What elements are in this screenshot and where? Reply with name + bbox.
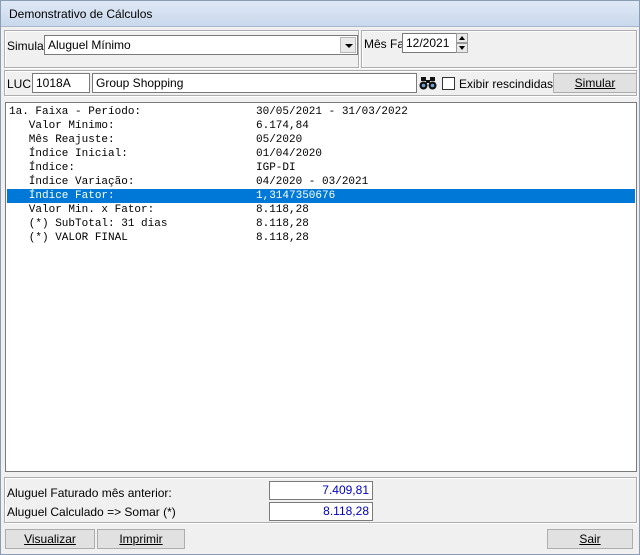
calculado-label: Aluguel Calculado => Somar (*) [7, 505, 176, 519]
title-bar: Demonstrativo de Cálculos [1, 1, 639, 27]
sair-button[interactable]: Sair [547, 529, 633, 549]
imprimir-button-label: Imprimir [119, 532, 163, 546]
simular-button[interactable]: Simular [553, 73, 637, 93]
anterior-value: 7.409,81 [269, 481, 373, 500]
memo-row: Índice Inicial: 01/04/2020 [9, 148, 323, 160]
memo-row: Valor Mínimo: 6.174,84 [9, 120, 309, 132]
memo-row: Mês Reajuste: 05/2020 [9, 134, 303, 146]
calc-result-memo[interactable]: 1a. Faixa - Período: 30/05/2021 - 31/03/2… [5, 102, 637, 472]
calculado-value: 8.118,28 [269, 502, 373, 521]
mes-fat-group: Mês Fat 12/2021 [361, 30, 637, 68]
simular-button-label: Simular [574, 76, 616, 90]
simular-label: Simular [7, 39, 48, 53]
mes-fat-spinner[interactable] [456, 33, 468, 53]
luc-name-input[interactable]: Group Shopping [92, 73, 417, 93]
imprimir-button[interactable]: Imprimir [97, 529, 185, 549]
totals-group: Aluguel Faturado mês anterior: 7.409,81 … [4, 477, 637, 523]
simular-group: Simular Aluguel Mínimo [4, 30, 359, 68]
memo-row: (*) SubTotal: 31 dias 8.118,28 [9, 218, 309, 230]
memo-row: Valor Min. x Fator: 8.118,28 [9, 204, 309, 216]
simular-select[interactable]: Aluguel Mínimo [44, 35, 358, 55]
visualizar-button-label: Visualizar [24, 532, 76, 546]
exibir-rescindidas-label: Exibir rescindidas [459, 77, 554, 91]
spin-up-icon[interactable] [456, 33, 468, 43]
luc-code-input[interactable]: 1018A [32, 73, 90, 93]
binoculars-icon[interactable] [419, 75, 437, 91]
spin-down-icon[interactable] [456, 43, 468, 53]
chevron-down-icon[interactable] [340, 37, 356, 53]
simular-select-value: Aluguel Mínimo [48, 38, 131, 52]
luc-label: LUC [7, 77, 32, 91]
memo-row: Índice: IGP-DI [9, 162, 296, 174]
memo-row: 1a. Faixa - Período: 30/05/2021 - 31/03/2… [9, 106, 408, 118]
luc-group: LUC 1018A Group Shopping Exibir rescindi… [4, 70, 637, 96]
sair-button-label: Sair [579, 532, 601, 546]
exibir-rescindidas-checkbox[interactable] [442, 77, 455, 90]
anterior-label: Aluguel Faturado mês anterior: [7, 486, 172, 500]
memo-row: (*) VALOR FINAL 8.118,28 [9, 232, 309, 244]
visualizar-button[interactable]: Visualizar [5, 529, 95, 549]
mes-fat-label: Mês Fat [364, 37, 408, 51]
window-title: Demonstrativo de Cálculos [9, 7, 153, 21]
memo-row: Índice Variação: 04/2020 - 03/2021 [9, 176, 369, 188]
mes-fat-input[interactable]: 12/2021 [402, 33, 457, 53]
memo-row-selected[interactable]: Índice Fator: 1,3147350676 [7, 189, 635, 203]
calc-window: Demonstrativo de Cálculos Simular Alugue… [0, 0, 640, 555]
